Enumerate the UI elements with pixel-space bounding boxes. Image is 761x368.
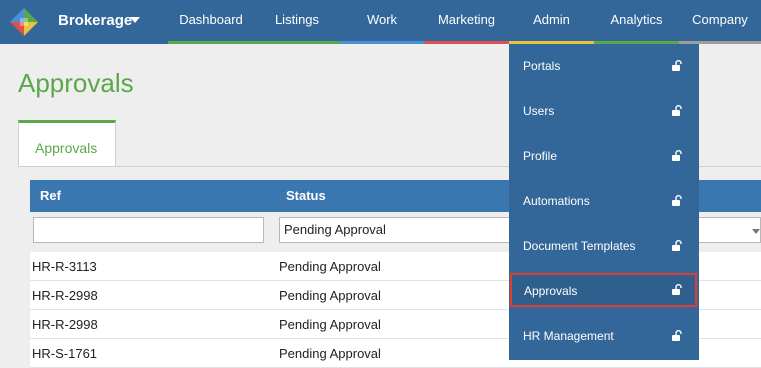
brand-switcher[interactable]: Brokerage — [0, 0, 168, 44]
nav-listings[interactable]: Listings — [254, 0, 340, 44]
nav-label: Admin — [533, 12, 570, 27]
unlock-icon — [672, 60, 682, 71]
unlock-icon — [672, 240, 682, 251]
page-title: Approvals — [18, 68, 134, 98]
cell-status: Pending Approval — [279, 346, 381, 361]
nav-label: Marketing — [437, 12, 496, 27]
chevron-down-icon — [130, 17, 140, 23]
menu-item-automations[interactable]: Automations — [509, 179, 699, 224]
cell-ref: HR-R-2998 — [32, 317, 98, 332]
brand-label: Brokerage — [58, 12, 133, 29]
brokerage-logo-icon — [10, 8, 38, 36]
nav-color-stripe — [340, 41, 424, 44]
menu-item-hr-management[interactable]: HR Management — [509, 314, 699, 359]
menu-item-document-templates[interactable]: Document Templates — [509, 224, 699, 269]
cell-ref: HR-R-3113 — [32, 259, 97, 274]
nav-color-stripe — [424, 41, 509, 44]
unlock-icon — [672, 330, 682, 341]
menu-item-label: Automations — [523, 194, 590, 208]
tab-approvals[interactable]: Approvals — [18, 120, 116, 166]
admin-dropdown-menu: Portals Users Profile Automations Docume… — [509, 44, 699, 360]
menu-item-label: Profile — [523, 149, 558, 163]
cell-ref: HR-R-2998 — [32, 288, 98, 303]
nav-company[interactable]: Company — [679, 0, 761, 44]
column-header-status[interactable]: Status — [286, 188, 326, 203]
unlock-icon — [672, 150, 682, 161]
nav-marketing[interactable]: Marketing — [424, 0, 509, 44]
nav-label: Dashboard — [179, 12, 243, 27]
unlock-icon — [672, 195, 682, 206]
nav-label: Company — [692, 12, 748, 27]
column-header-ref[interactable]: Ref — [40, 188, 61, 203]
menu-item-profile[interactable]: Profile — [509, 134, 699, 179]
nav-analytics[interactable]: Analytics — [594, 0, 679, 44]
menu-item-label: Portals — [523, 59, 561, 73]
cell-ref: HR-S-1761 — [32, 346, 98, 361]
nav-work[interactable]: Work — [340, 0, 424, 44]
ref-filter-input[interactable] — [33, 217, 264, 243]
unlock-icon — [672, 284, 682, 295]
tab-label: Approvals — [35, 140, 98, 156]
chevron-down-icon[interactable] — [752, 229, 760, 234]
cell-status: Pending Approval — [279, 317, 381, 332]
menu-item-label: HR Management — [523, 329, 614, 343]
menu-item-users[interactable]: Users — [509, 89, 699, 134]
cell-status: Pending Approval — [279, 259, 381, 274]
unlock-icon — [672, 105, 682, 116]
menu-item-label: Users — [523, 104, 555, 118]
nav-admin[interactable]: Admin — [509, 0, 594, 44]
menu-item-portals[interactable]: Portals — [509, 44, 699, 89]
nav-label: Analytics — [610, 12, 663, 27]
nav-dashboard[interactable]: Dashboard — [168, 0, 254, 44]
nav-color-stripe — [254, 41, 340, 44]
cell-status: Pending Approval — [279, 288, 381, 303]
menu-item-label: Document Templates — [523, 239, 636, 253]
nav-label: Work — [366, 12, 398, 27]
nav-label: Listings — [274, 12, 320, 27]
menu-item-approvals[interactable]: Approvals — [510, 273, 697, 307]
menu-item-label: Approvals — [524, 284, 578, 298]
top-navbar: Brokerage Dashboard Listings Work Market… — [0, 0, 761, 44]
nav-color-stripe — [168, 41, 254, 44]
